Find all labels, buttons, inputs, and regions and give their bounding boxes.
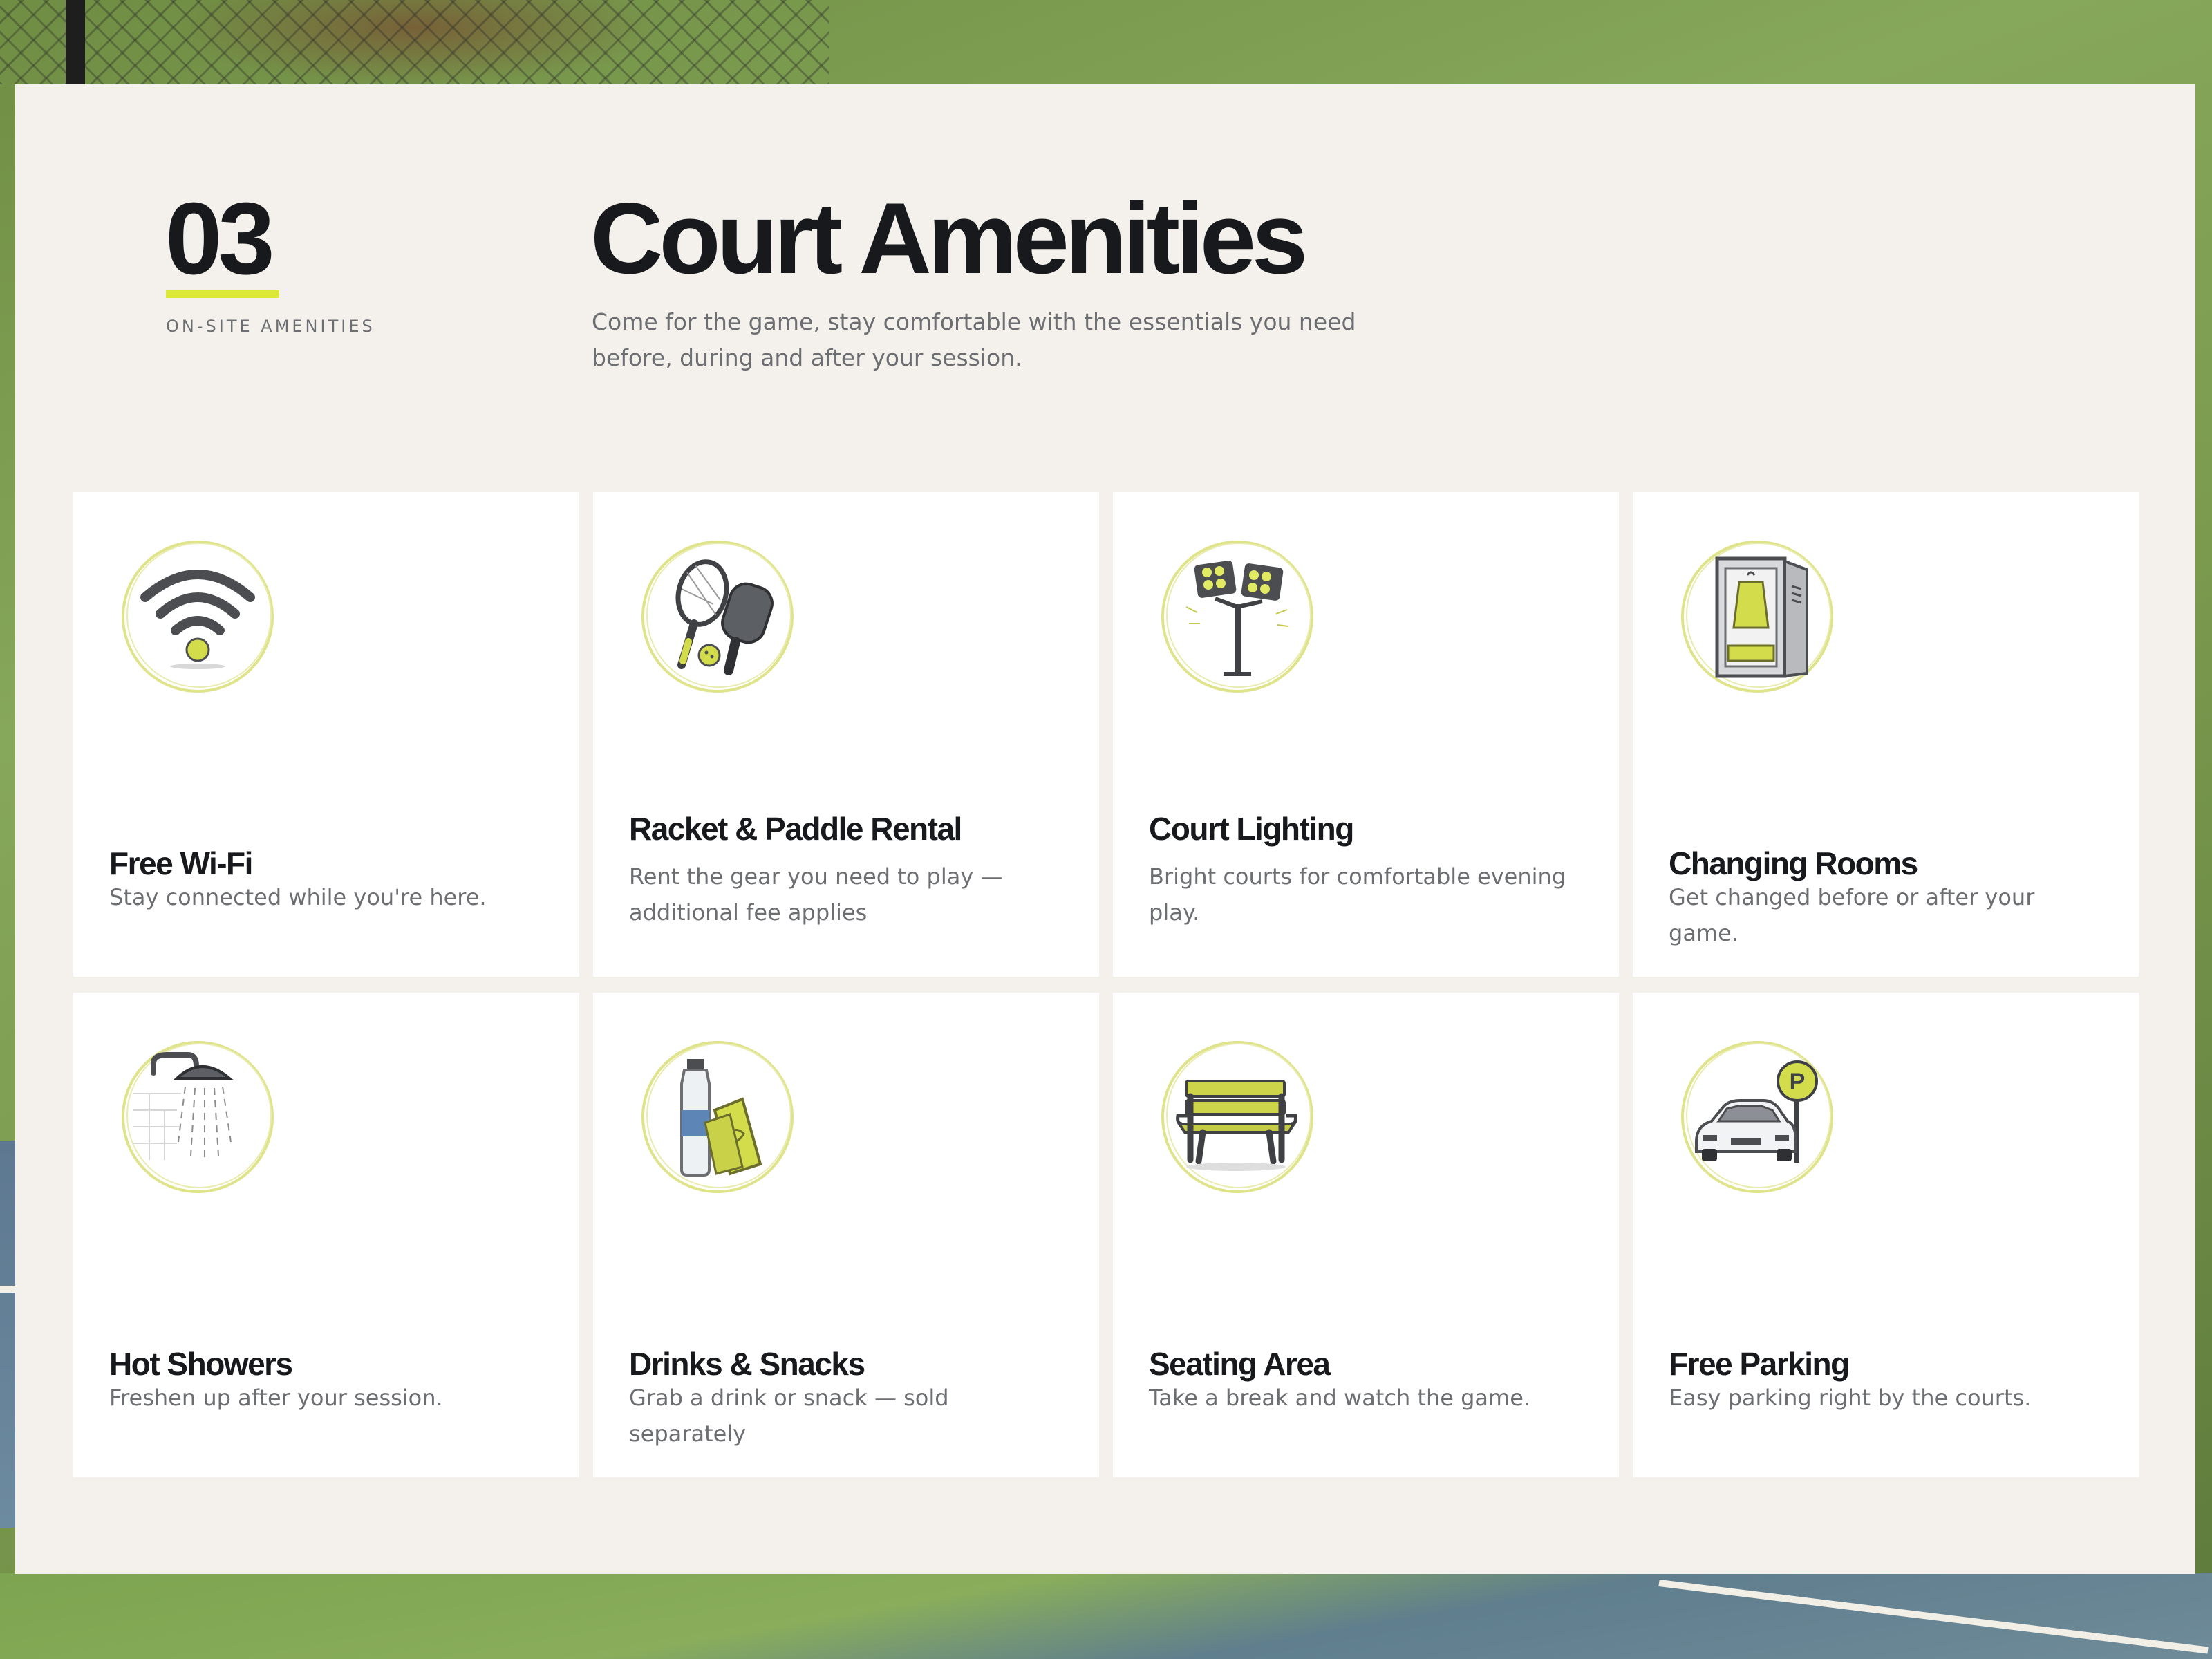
svg-text:P: P bbox=[1790, 1069, 1806, 1095]
amenity-title: Hot Showers bbox=[109, 1346, 293, 1382]
floodlight-icon bbox=[1159, 538, 1316, 695]
amenity-description: Easy parking right by the courts. bbox=[1669, 1385, 2032, 1411]
amenity-title: Free Parking bbox=[1669, 1346, 1850, 1382]
amenity-card-court-lighting: Court Lighting Bright courts for comfort… bbox=[1113, 492, 1619, 977]
amenity-description: Get changed before or after your game. bbox=[1669, 884, 2035, 946]
amenity-title: Free Wi-Fi bbox=[109, 845, 253, 882]
amenity-title: Drinks & Snacks bbox=[629, 1346, 865, 1382]
amenity-title: Court Lighting bbox=[1149, 811, 1354, 847]
section-number: 03 bbox=[165, 182, 275, 296]
amenity-description: Bright courts for comfortable evening pl… bbox=[1149, 863, 1566, 926]
background-court-bottom bbox=[0, 1573, 2212, 1659]
section-title: Court Amenities bbox=[590, 182, 1308, 294]
section-eyebrow: ON-SITE AMENITIES bbox=[166, 317, 375, 336]
amenity-description: Grab a drink or snack — sold separately bbox=[629, 1385, 949, 1447]
amenity-description: Stay connected while you're here. bbox=[109, 884, 487, 910]
car-parking-icon: P bbox=[1678, 1038, 1836, 1196]
amenities-section: 03 ON-SITE AMENITIES Court Amenities Com… bbox=[15, 84, 2195, 1574]
bench-icon bbox=[1159, 1038, 1316, 1196]
amenity-title: Racket & Paddle Rental bbox=[629, 811, 962, 847]
section-number-underline bbox=[166, 290, 279, 298]
drinks-snacks-icon bbox=[639, 1038, 796, 1196]
section-lede: Come for the game, stay comfortable with… bbox=[592, 308, 1356, 371]
amenity-card-hot-showers: Hot Showers Freshen up after your sessio… bbox=[73, 993, 579, 1477]
amenities-grid: Free Wi-Fi Stay connected while you're h… bbox=[73, 492, 2139, 1477]
amenity-description: Freshen up after your session. bbox=[109, 1385, 443, 1411]
racket-paddle-icon bbox=[639, 538, 796, 695]
wifi-icon bbox=[119, 538, 276, 695]
background-fence-post bbox=[66, 0, 85, 84]
amenity-card-free-parking: P Free Parking Easy parking right by the… bbox=[1633, 993, 2139, 1477]
amenity-title: Seating Area bbox=[1149, 1346, 1331, 1382]
amenity-card-drinks-snacks: Drinks & Snacks Grab a drink or snack — … bbox=[593, 993, 1099, 1477]
amenity-card-changing-rooms: Changing Rooms Get changed before or aft… bbox=[1633, 492, 2139, 977]
shower-icon bbox=[119, 1038, 276, 1196]
amenity-description: Take a break and watch the game. bbox=[1149, 1385, 1531, 1411]
background-fence bbox=[0, 0, 830, 84]
amenity-title: Changing Rooms bbox=[1669, 845, 1918, 882]
locker-icon bbox=[1678, 538, 1836, 695]
amenity-card-racket-rental: Racket & Paddle Rental Rent the gear you… bbox=[593, 492, 1099, 977]
amenity-description: Rent the gear you need to play — additio… bbox=[629, 863, 1003, 926]
amenity-card-wifi: Free Wi-Fi Stay connected while you're h… bbox=[73, 492, 579, 977]
amenity-card-seating-area: Seating Area Take a break and watch the … bbox=[1113, 993, 1619, 1477]
